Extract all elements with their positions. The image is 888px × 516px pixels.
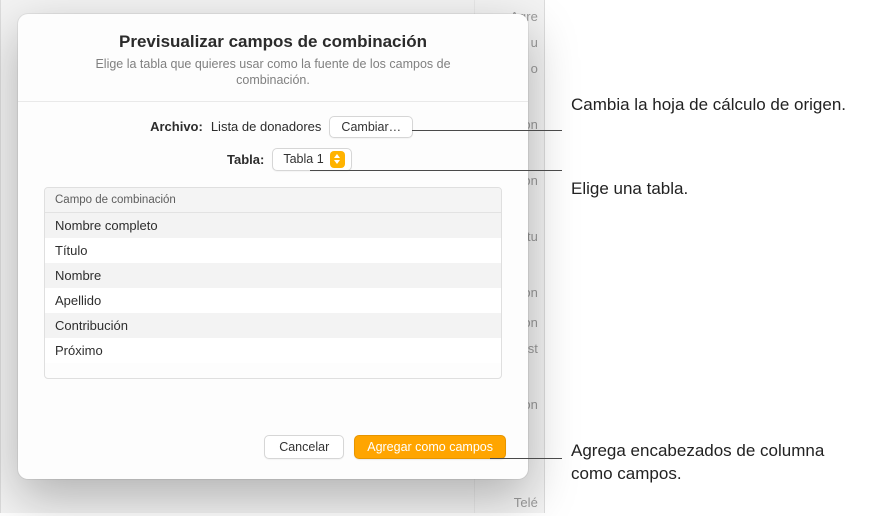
add-as-fields-button[interactable]: Agregar como campos bbox=[354, 435, 506, 459]
dialog-header: Previsualizar campos de combinación Elig… bbox=[18, 14, 528, 102]
table-row[interactable]: Apellido bbox=[45, 288, 501, 313]
callout-line bbox=[310, 170, 562, 171]
table-select-popup[interactable]: Tabla 1 bbox=[272, 148, 351, 171]
merge-fields-table: Campo de combinación Nombre completo Tít… bbox=[44, 187, 502, 379]
dialog-body: Archivo: Lista de donadores Cambiar… Tab… bbox=[18, 102, 528, 422]
add-as-fields-button-label: Agregar como campos bbox=[367, 440, 493, 454]
bg-fragment: st bbox=[528, 336, 538, 362]
change-file-button[interactable]: Cambiar… bbox=[329, 116, 413, 138]
callout-line bbox=[412, 130, 562, 131]
callout-add-headers: Agrega encabezados de columna como campo… bbox=[571, 440, 851, 486]
merge-fields-rows: Nombre completo Título Nombre Apellido C… bbox=[45, 213, 501, 363]
dialog-footer: Cancelar Agregar como campos bbox=[18, 421, 528, 479]
bg-fragment: u bbox=[531, 30, 538, 56]
callout-line bbox=[490, 458, 562, 459]
dialog-title: Previsualizar campos de combinación bbox=[42, 32, 504, 52]
cancel-button-label: Cancelar bbox=[279, 440, 329, 454]
table-row[interactable]: Nombre bbox=[45, 263, 501, 288]
file-row: Archivo: Lista de donadores Cambiar… bbox=[44, 116, 502, 138]
bg-fragment: Telé bbox=[514, 490, 538, 516]
table-row[interactable]: Contribución bbox=[45, 313, 501, 338]
change-file-button-label: Cambiar… bbox=[341, 120, 401, 134]
table-row[interactable]: Próximo bbox=[45, 338, 501, 363]
table-row: Tabla: Tabla 1 bbox=[44, 148, 502, 171]
table-row[interactable]: Título bbox=[45, 238, 501, 263]
merge-fields-preview-dialog: Previsualizar campos de combinación Elig… bbox=[18, 14, 528, 479]
file-label: Archivo: bbox=[133, 119, 203, 134]
callout-choose-table: Elige una tabla. bbox=[571, 178, 688, 201]
callout-change-source: Cambia la hoja de cálculo de origen. bbox=[571, 94, 846, 117]
table-row[interactable]: Nombre completo bbox=[45, 213, 501, 238]
bg-fragment: o bbox=[531, 56, 538, 82]
file-value: Lista de donadores bbox=[211, 119, 322, 134]
bg-fragment: tu bbox=[527, 224, 538, 250]
table-label: Tabla: bbox=[194, 152, 264, 167]
dialog-subtitle: Elige la tabla que quieres usar como la … bbox=[73, 56, 473, 89]
cancel-button[interactable]: Cancelar bbox=[264, 435, 344, 459]
merge-fields-column-header: Campo de combinación bbox=[45, 188, 501, 213]
table-select-value: Tabla 1 bbox=[283, 152, 323, 166]
up-down-arrows-icon bbox=[330, 151, 345, 168]
